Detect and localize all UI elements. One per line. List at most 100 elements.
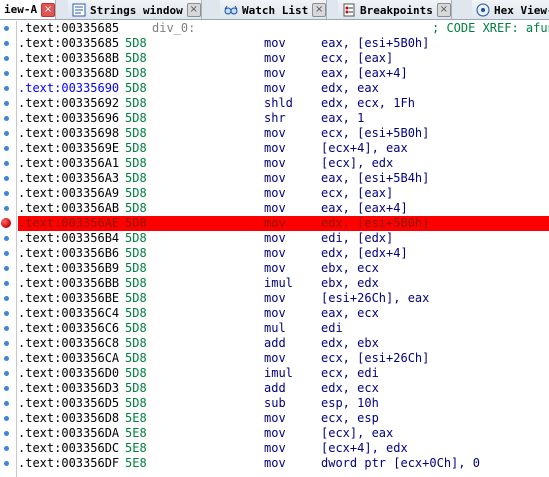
row-address[interactable]: .text:003356D5 xyxy=(18,396,119,411)
row-address[interactable]: .text:003356D3 xyxy=(18,381,119,396)
row-operands[interactable]: ecx, edi xyxy=(321,366,379,381)
line-marker-icon[interactable] xyxy=(4,431,9,436)
tab-strings-window[interactable]: Strings window × xyxy=(68,0,202,19)
row-operands[interactable]: [ecx+4], eax xyxy=(321,141,408,156)
line-marker-icon[interactable] xyxy=(4,311,9,316)
row-address[interactable]: .text:003356DF xyxy=(18,456,119,471)
close-icon[interactable]: × xyxy=(41,2,56,17)
row-address[interactable]: .text:00335690 xyxy=(18,81,119,96)
row-address[interactable]: .text:0033568D xyxy=(18,66,119,81)
row-address[interactable]: .text:003356BB xyxy=(18,276,119,291)
row-address[interactable]: .text:003356AE xyxy=(18,216,119,231)
instruction-row[interactable]: .text:003356C6 5D8 mul edi xyxy=(18,321,549,336)
row-address[interactable]: .text:003356D0 xyxy=(18,366,119,381)
disassembly-listing[interactable]: .text:00335685 div_0: ; CODE XREF: afun … xyxy=(18,21,549,477)
row-address[interactable]: .text:003356C8 xyxy=(18,336,119,351)
instruction-row[interactable]: .text:003356D5 5D8 sub esp, 10h xyxy=(18,396,549,411)
row-operands[interactable]: edi xyxy=(321,321,343,336)
row-operands[interactable]: [ecx], eax xyxy=(321,426,393,441)
close-icon[interactable]: × xyxy=(436,3,451,17)
row-address[interactable]: .text:003356DA xyxy=(18,426,119,441)
row-address[interactable]: .text:00335685 xyxy=(18,36,119,51)
line-marker-icon[interactable] xyxy=(4,71,9,76)
line-marker-icon[interactable] xyxy=(4,356,9,361)
instruction-row[interactable]: .text:003356A3 5D8 mov eax, [esi+5B4h] xyxy=(18,171,549,186)
row-address[interactable]: .text:003356A3 xyxy=(18,171,119,186)
row-operands[interactable]: dword ptr [ecx+0Ch], 0 xyxy=(321,456,480,471)
row-address[interactable]: .text:00335698 xyxy=(18,126,119,141)
line-marker-icon[interactable] xyxy=(4,281,9,286)
row-address[interactable]: .text:00335696 xyxy=(18,111,119,126)
row-address[interactable]: .text:003356AB xyxy=(18,201,119,216)
row-operands[interactable]: ebx, edx xyxy=(321,276,379,291)
row-address[interactable]: .text:003356B6 xyxy=(18,246,119,261)
tab-breakpoints[interactable]: Breakpoints × xyxy=(338,0,452,19)
row-operands[interactable]: edx, ecx, 1Fh xyxy=(321,96,415,111)
row-operands[interactable]: [ecx+4], edx xyxy=(321,441,408,456)
line-marker-icon[interactable] xyxy=(4,461,9,466)
instruction-row[interactable]: .text:003356B4 5D8 mov edi, [edx] xyxy=(18,231,549,246)
instruction-row[interactable]: .text:003356B6 5D8 mov edx, [edx+4] xyxy=(18,246,549,261)
instruction-row[interactable]: .text:003356C4 5D8 mov eax, ecx xyxy=(18,306,549,321)
line-marker-icon[interactable] xyxy=(4,401,9,406)
row-operands[interactable]: esp, 10h xyxy=(321,396,379,411)
tab-watch-list[interactable]: Watch List × xyxy=(220,0,328,19)
line-marker-icon[interactable] xyxy=(4,101,9,106)
line-marker-icon[interactable] xyxy=(4,341,9,346)
line-marker-icon[interactable] xyxy=(4,371,9,376)
row-address[interactable]: .text:003356C6 xyxy=(18,321,119,336)
row-operands[interactable]: eax, [eax+4] xyxy=(321,66,408,81)
row-operands[interactable]: edi, [edx] xyxy=(321,231,393,246)
row-address[interactable]: .text:003356B4 xyxy=(18,231,119,246)
row-operands[interactable]: eax, [eax+4] xyxy=(321,201,408,216)
line-marker-icon[interactable] xyxy=(4,416,9,421)
xref-comment[interactable]: ; CODE XREF: afun xyxy=(432,21,549,36)
instruction-row[interactable]: .text:00335690 5D8 mov edx, eax xyxy=(18,81,549,96)
row-operands[interactable]: ecx, esp xyxy=(321,411,379,426)
instruction-row[interactable]: .text:003356CA 5D8 mov ecx, [esi+26Ch] xyxy=(18,351,549,366)
instruction-row[interactable]: .text:0033568D 5D8 mov eax, [eax+4] xyxy=(18,66,549,81)
instruction-row[interactable]: .text:003356A1 5D8 mov [ecx], edx xyxy=(18,156,549,171)
row-operands[interactable]: eax, [esi+5B4h] xyxy=(321,171,429,186)
row-operands[interactable]: edx, ebx xyxy=(321,336,379,351)
instruction-row[interactable]: .text:00335696 5D8 shr eax, 1 xyxy=(18,111,549,126)
row-address[interactable]: .text:0033569E xyxy=(18,141,119,156)
line-marker-icon[interactable] xyxy=(4,131,9,136)
row-address[interactable]: .text:003356B9 xyxy=(18,261,119,276)
row-address[interactable]: .text:003356A1 xyxy=(18,156,119,171)
line-marker-icon[interactable] xyxy=(4,386,9,391)
instruction-row[interactable]: .text:003356A9 5D8 mov ecx, [eax] xyxy=(18,186,549,201)
line-marker-icon[interactable] xyxy=(4,146,9,151)
instruction-row[interactable]: .text:003356D0 5D8 imul ecx, edi xyxy=(18,366,549,381)
row-operands[interactable]: ecx, [eax] xyxy=(321,186,393,201)
instruction-row[interactable]: .text:0033569E 5D8 mov [ecx+4], eax xyxy=(18,141,549,156)
row-address[interactable]: .text:003356BE xyxy=(18,291,119,306)
tab-iew-a[interactable]: iew-A × xyxy=(0,0,57,19)
row-operands[interactable]: [ecx], edx xyxy=(321,156,393,171)
row-address[interactable]: .text:003356D8 xyxy=(18,411,119,426)
line-marker-icon[interactable] xyxy=(4,296,9,301)
instruction-row[interactable]: .text:003356DF 5E8 mov dword ptr [ecx+0Ch],… xyxy=(18,456,549,471)
line-marker-icon[interactable] xyxy=(4,56,9,61)
row-operands[interactable]: eax, [esi+5B0h] xyxy=(321,36,429,51)
close-icon[interactable]: × xyxy=(312,3,327,17)
tab-hex-view[interactable]: Hex View-× xyxy=(472,0,549,19)
line-marker-icon[interactable] xyxy=(4,116,9,121)
instruction-row[interactable]: .text:003356D8 5E8 mov ecx, esp xyxy=(18,411,549,426)
row-operands[interactable]: ebx, ecx xyxy=(321,261,379,276)
row-operands[interactable]: edx, ecx xyxy=(321,381,379,396)
line-marker-icon[interactable] xyxy=(4,41,9,46)
instruction-row[interactable]: .text:003356DA 5E8 mov [ecx], eax xyxy=(18,426,549,441)
line-marker-icon[interactable] xyxy=(4,326,9,331)
instruction-row[interactable]: .text:0033568B 5D8 mov ecx, [eax] xyxy=(18,51,549,66)
instruction-row[interactable]: .text:003356BB 5D8 imul ebx, edx xyxy=(18,276,549,291)
instruction-row[interactable]: .text:003356AB 5D8 mov eax, [eax+4] xyxy=(18,201,549,216)
line-marker-icon[interactable] xyxy=(4,26,9,31)
row-address[interactable]: .text:0033568B xyxy=(18,51,119,66)
line-marker-icon[interactable] xyxy=(4,446,9,451)
row-address[interactable]: .text:003356DC xyxy=(18,441,119,456)
line-marker-icon[interactable] xyxy=(4,266,9,271)
line-marker-icon[interactable] xyxy=(4,191,9,196)
line-marker-icon[interactable] xyxy=(4,176,9,181)
instruction-row[interactable]: .text:003356DC 5E8 mov [ecx+4], edx xyxy=(18,441,549,456)
